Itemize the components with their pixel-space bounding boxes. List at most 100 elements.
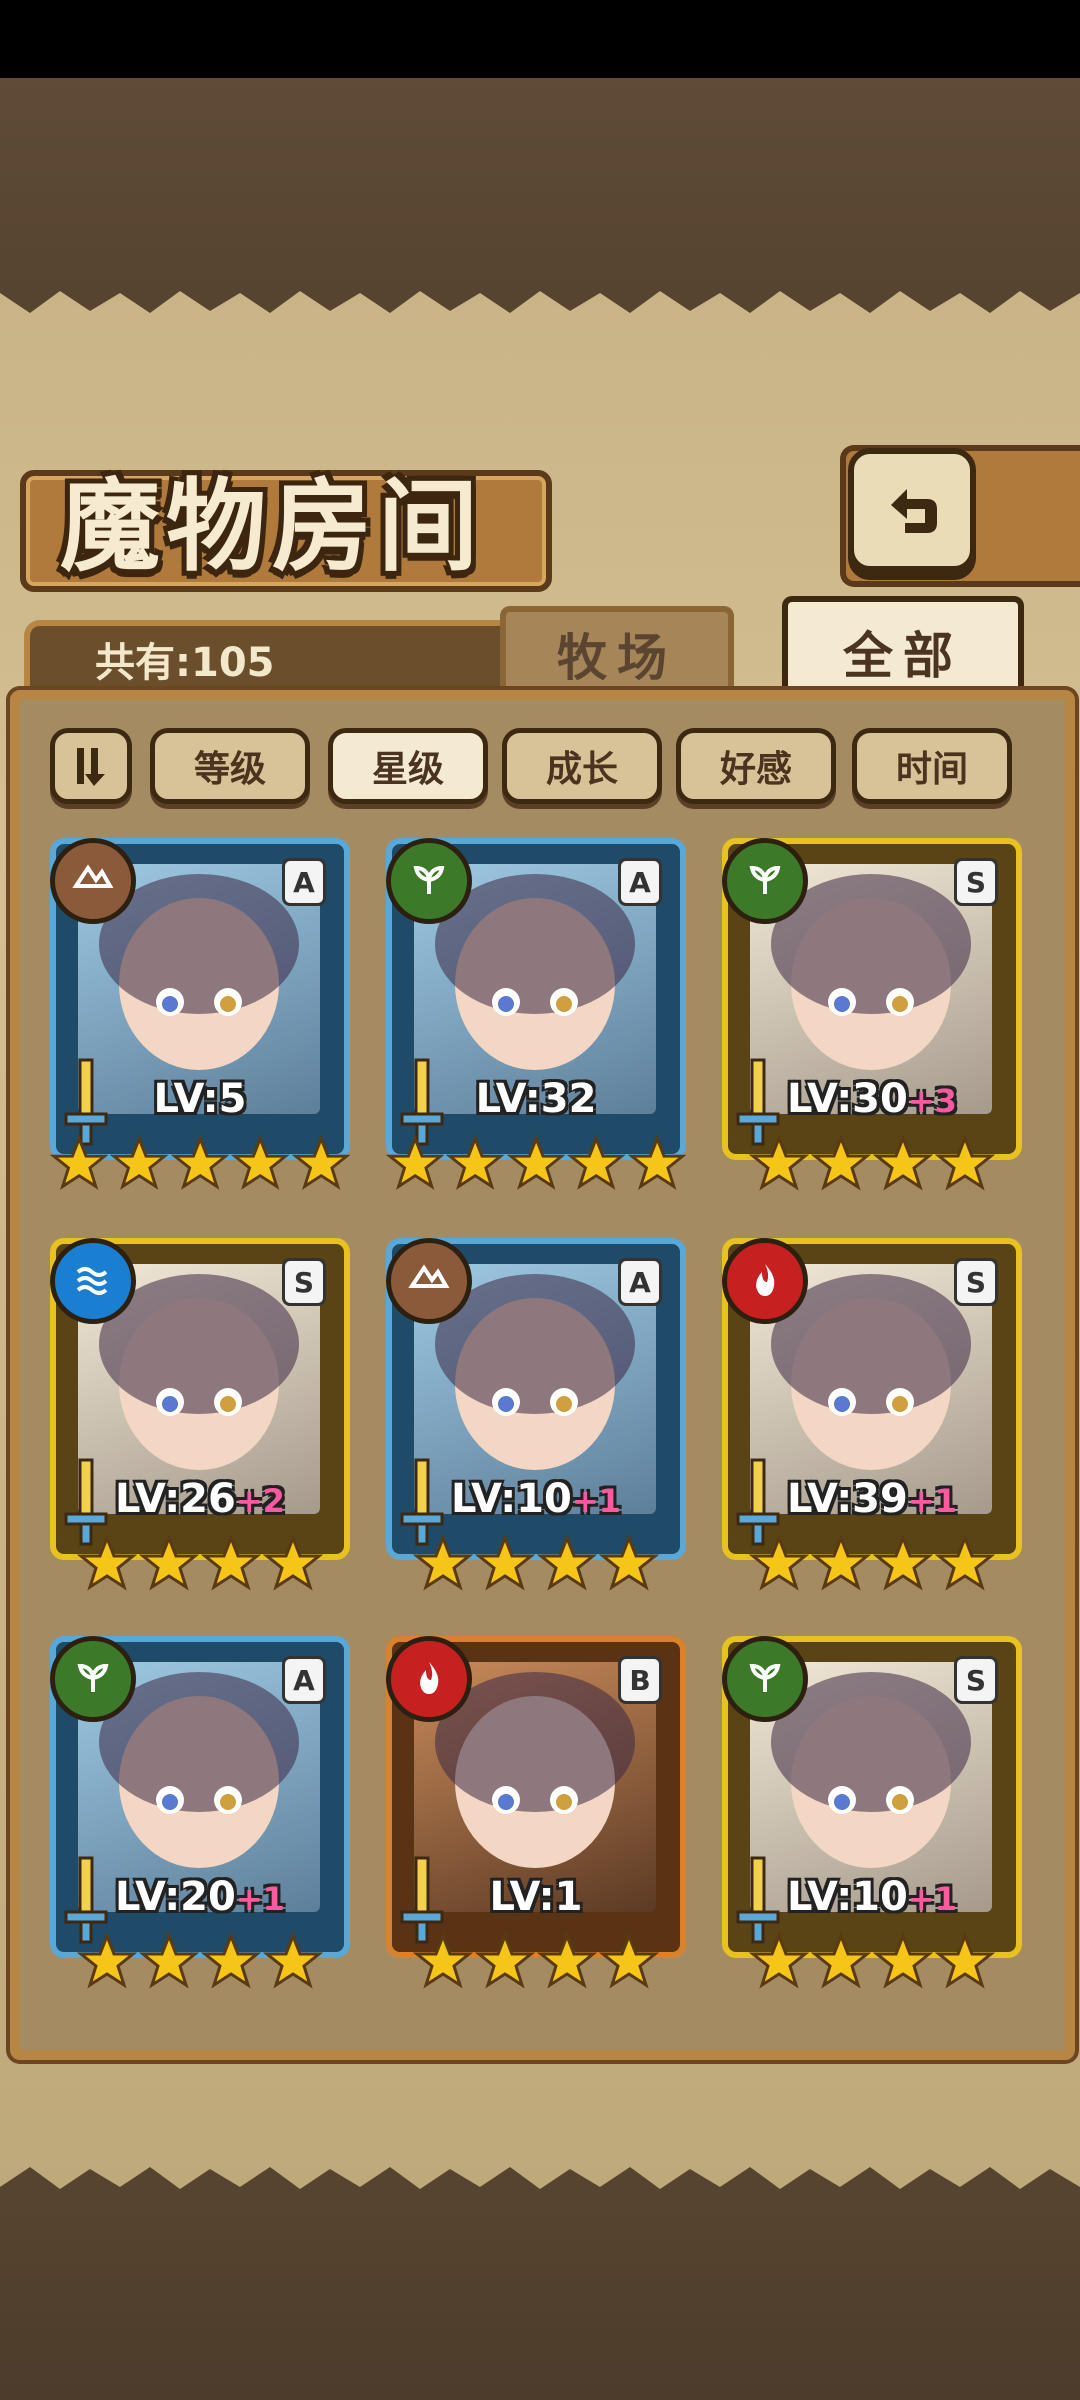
level-label: LV:10+1 [722,1874,1022,1920]
panel-top-edge [0,283,1080,313]
star-icon [49,1134,109,1190]
level-value: LV:5 [153,1076,247,1122]
star-rating [50,1534,350,1594]
star-icon [873,1134,933,1191]
filter-time[interactable]: 时间 [852,728,1012,804]
sort-order-button[interactable] [50,728,132,804]
monster-card[interactable]: S LV:26+2 [50,1238,350,1598]
level-label: LV:39+1 [722,1476,1022,1522]
element-wood-icon [386,838,472,924]
element-wood-icon [722,838,808,924]
level-label: LV:20+1 [50,1874,350,1920]
rank-badge: A [282,858,326,906]
star-icon [263,1932,323,1989]
level-label: LV:32 [386,1076,686,1122]
level-bonus: +1 [235,1880,285,1918]
star-icon [475,1932,535,1989]
filter-growth[interactable]: 成长 [502,728,662,804]
star-icon [413,1932,473,1989]
level-label: LV:5 [50,1076,350,1122]
background-top [0,78,1080,288]
level-value: LV:20 [115,1874,236,1920]
star-icon [935,1134,995,1191]
monster-count: 共有:105 [95,640,275,686]
filter-stars[interactable]: 星级 [328,728,488,804]
star-icon [413,1534,473,1591]
star-icon [170,1134,230,1190]
rank-badge: B [618,1656,662,1704]
level-value: LV:30 [787,1076,908,1122]
tab-pasture[interactable]: 牧场 [500,606,734,696]
rank-badge: A [618,1258,662,1306]
level-bonus: +1 [907,1880,957,1918]
back-button[interactable] [848,448,976,572]
sort-order-icon [77,748,105,786]
filter-affinity[interactable]: 好感 [676,728,836,804]
star-rating [722,1534,1022,1594]
level-label: LV:30+3 [722,1076,1022,1122]
star-icon [77,1534,137,1591]
level-value: LV:1 [489,1874,583,1920]
level-bonus: +3 [907,1082,957,1120]
rank-badge: S [954,1656,998,1704]
star-rating [722,1932,1022,1992]
monster-card[interactable]: B LV:1 [386,1636,686,1996]
rank-badge: S [282,1258,326,1306]
level-label: LV:10+1 [386,1476,686,1522]
level-value: LV:32 [475,1076,597,1122]
rank-badge: S [954,1258,998,1306]
monster-card[interactable]: S LV:10+1 [722,1636,1022,1996]
star-icon [811,1932,871,1989]
star-icon [263,1534,323,1591]
monster-card[interactable]: A LV:10+1 [386,1238,686,1598]
star-icon [599,1932,659,1989]
tab-all[interactable]: 全部 [782,596,1024,702]
star-icon [231,1134,290,1190]
star-icon [811,1534,871,1591]
monster-card[interactable]: A LV:20+1 [50,1636,350,1996]
element-wood-icon [722,1636,808,1722]
rank-badge: A [618,858,662,906]
monster-card[interactable]: S LV:30+3 [722,838,1022,1198]
star-rating [50,1932,350,1992]
star-icon [291,1134,351,1190]
star-icon [599,1534,659,1591]
filter-level[interactable]: 等级 [150,728,310,804]
star-icon [873,1932,933,1989]
star-icon [139,1932,199,1989]
star-icon [749,1134,809,1191]
star-icon [201,1534,261,1591]
star-icon [811,1134,871,1191]
star-icon [446,1134,505,1190]
rank-badge: S [954,858,998,906]
element-water-icon [50,1238,136,1324]
star-rating [49,1134,351,1194]
star-icon [537,1932,597,1989]
status-bar [0,0,1080,78]
star-icon [627,1134,687,1190]
star-icon [77,1932,137,1989]
element-earth-icon [50,838,136,924]
page-title: 魔物房间 [60,467,484,585]
rank-badge: A [282,1656,326,1704]
star-rating [386,1932,686,1992]
star-rating [386,1534,686,1594]
level-label: LV:26+2 [50,1476,350,1522]
monster-card[interactable]: A LV:5 [49,838,351,1198]
monster-card[interactable]: A LV:32 [385,838,687,1198]
star-icon [935,1534,995,1591]
monster-card[interactable]: S LV:39+1 [722,1238,1022,1598]
star-icon [110,1134,169,1190]
element-fire-icon [722,1238,808,1324]
level-bonus: +1 [571,1482,621,1520]
star-icon [749,1932,809,1989]
star-icon [537,1534,597,1591]
star-rating [722,1134,1022,1194]
star-icon [935,1932,995,1989]
level-value: LV:26 [115,1476,236,1522]
star-icon [506,1134,566,1190]
star-icon [567,1134,626,1190]
return-icon [891,489,937,533]
level-value: LV:39 [787,1476,908,1522]
star-icon [873,1534,933,1591]
